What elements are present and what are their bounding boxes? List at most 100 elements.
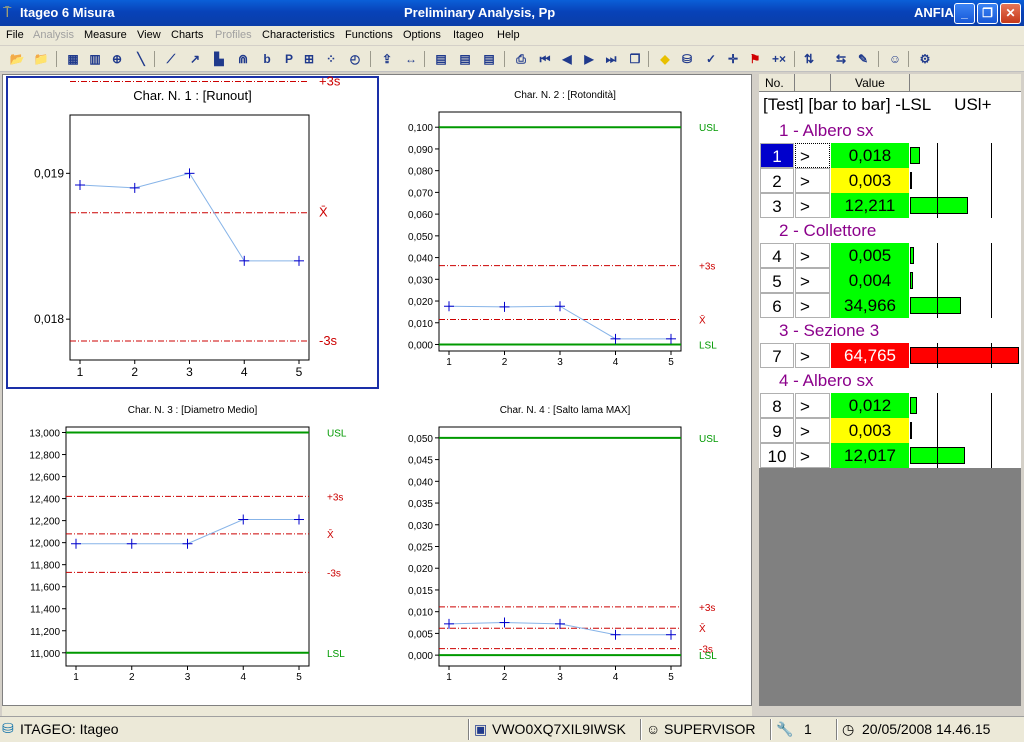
row-number[interactable]: 9 bbox=[760, 418, 794, 443]
sort-icon[interactable]: ⇅ bbox=[800, 50, 818, 68]
menu-options[interactable]: Options bbox=[403, 29, 441, 41]
next-icon[interactable]: ▶ bbox=[580, 50, 598, 68]
chart-edit-icon[interactable]: ✎ bbox=[854, 50, 872, 68]
plus-x-icon[interactable]: +× bbox=[770, 50, 788, 68]
table-row[interactable]: 6 >34,966 bbox=[759, 293, 1021, 318]
table-row[interactable]: 7 >64,765 bbox=[759, 343, 1021, 368]
row-test[interactable]: > bbox=[795, 243, 830, 268]
row-number[interactable]: 2 bbox=[760, 168, 794, 193]
table-row[interactable]: 8 >0,012 bbox=[759, 393, 1021, 418]
notes2-icon[interactable]: ▤ bbox=[456, 50, 474, 68]
header-no[interactable]: No. bbox=[765, 76, 784, 90]
chart-grid-icon[interactable]: ▦ bbox=[64, 50, 82, 68]
chart-panel-salto-lama[interactable]: Char. N. 4 : [Salto lama MAX] 0,000 0,005 0… bbox=[379, 391, 751, 705]
row-test[interactable]: > bbox=[795, 343, 830, 368]
table-row[interactable]: 3 >12,211 bbox=[759, 193, 1021, 218]
database-icon[interactable]: ⛁ bbox=[678, 50, 696, 68]
x-tick-label: 5 bbox=[668, 672, 674, 683]
row-number[interactable]: 5 bbox=[760, 268, 794, 293]
row-number[interactable]: 3 bbox=[760, 193, 794, 218]
print-icon[interactable]: ⎙ bbox=[512, 50, 530, 68]
row-test[interactable]: > bbox=[795, 293, 830, 318]
copy-icon[interactable]: ❐ bbox=[626, 50, 644, 68]
target-icon[interactable]: ⊕ bbox=[108, 50, 126, 68]
table-row[interactable]: 1 >0,018 bbox=[759, 143, 1021, 168]
notes-icon[interactable]: ▤ bbox=[432, 50, 450, 68]
menu-analysis[interactable]: Analysis bbox=[33, 29, 74, 41]
row-test[interactable]: > bbox=[795, 143, 830, 168]
clock-icon[interactable]: ◴ bbox=[346, 50, 364, 68]
menu-itageo[interactable]: Itageo bbox=[453, 29, 484, 41]
table-row[interactable]: 9 >0,003 bbox=[759, 418, 1021, 443]
chart-panel-runout[interactable]: Char. N. 1 : [Runout] 0,018 0,019 +3s X̄ -3s 1… bbox=[6, 76, 379, 390]
group-row[interactable]: 2 - Collettore bbox=[759, 218, 1021, 243]
row-test[interactable]: > bbox=[795, 268, 830, 293]
regression-icon[interactable]: ↗ bbox=[186, 50, 204, 68]
row-number[interactable]: 10 bbox=[760, 443, 794, 468]
table-row[interactable]: 2 >0,003 bbox=[759, 168, 1021, 193]
first-icon[interactable]: ⏮ bbox=[536, 50, 554, 68]
compare-icon[interactable]: ⇆ bbox=[832, 50, 850, 68]
y-tick-label: 0,070 bbox=[408, 188, 433, 199]
open-folder-icon[interactable]: 📂 bbox=[8, 50, 26, 68]
row-test[interactable]: > bbox=[795, 393, 830, 418]
warning-icon[interactable]: ◆ bbox=[656, 50, 674, 68]
group-row[interactable]: 3 - Sezione 3 bbox=[759, 318, 1021, 343]
bars-icon[interactable]: ▥ bbox=[86, 50, 104, 68]
scatter-icon[interactable]: ⁘ bbox=[322, 50, 340, 68]
folder-icon[interactable]: 📁 bbox=[32, 50, 50, 68]
row-number[interactable]: 6 bbox=[760, 293, 794, 318]
chart-panel-rotondita[interactable]: Char. N. 2 : [Rotondità] 0,000 0,010 0,020 0… bbox=[379, 76, 751, 390]
y-tick-label: 0,000 bbox=[408, 340, 433, 351]
status-database: ITAGEO: Itageo bbox=[20, 721, 119, 737]
row-test[interactable]: > bbox=[795, 193, 830, 218]
width-icon[interactable]: ↔ bbox=[402, 50, 420, 68]
horizontal-scrollbar[interactable] bbox=[2, 706, 752, 716]
menu-characteristics[interactable]: Characteristics bbox=[262, 29, 335, 41]
line-chart-icon[interactable]: ⟋ bbox=[162, 50, 180, 68]
flag-icon[interactable]: ⚑ bbox=[746, 50, 764, 68]
prev-icon[interactable]: ◀ bbox=[558, 50, 576, 68]
notes3-icon[interactable]: ▤ bbox=[480, 50, 498, 68]
export-icon[interactable]: ⇪ bbox=[378, 50, 396, 68]
xy-icon[interactable]: ⊞ bbox=[300, 50, 318, 68]
minimize-button[interactable]: _ bbox=[954, 3, 975, 24]
settings-icon[interactable]: ⚙ bbox=[916, 50, 934, 68]
user-icon[interactable]: ☺ bbox=[886, 50, 904, 68]
crosshair-icon[interactable]: ✛ bbox=[724, 50, 742, 68]
row-number[interactable]: 1 bbox=[760, 143, 794, 168]
menu-measure[interactable]: Measure bbox=[84, 29, 127, 41]
row-test[interactable]: > bbox=[795, 168, 830, 193]
header-value[interactable]: Value bbox=[855, 76, 885, 90]
b-text-icon[interactable]: b bbox=[258, 50, 276, 68]
pen-icon[interactable]: ╲ bbox=[132, 50, 150, 68]
table-row[interactable]: 10 >12,017 bbox=[759, 443, 1021, 468]
last-icon[interactable]: ⏭ bbox=[602, 50, 620, 68]
menu-file[interactable]: File bbox=[6, 29, 24, 41]
table-row[interactable]: 4 >0,005 bbox=[759, 243, 1021, 268]
row-number[interactable]: 4 bbox=[760, 243, 794, 268]
chart-panel-diametro[interactable]: Char. N. 3 : [Diametro Medio] 11,000 11,20… bbox=[6, 391, 379, 705]
check-icon[interactable]: ✓ bbox=[702, 50, 720, 68]
row-test[interactable]: > bbox=[795, 443, 830, 468]
row-test[interactable]: > bbox=[795, 418, 830, 443]
menu-functions[interactable]: Functions bbox=[345, 29, 393, 41]
menu-profiles[interactable]: Profiles bbox=[215, 29, 252, 41]
row-number[interactable]: 8 bbox=[760, 393, 794, 418]
row-number[interactable]: 7 bbox=[760, 343, 794, 368]
menu-help[interactable]: Help bbox=[497, 29, 520, 41]
histogram-icon[interactable]: ▙ bbox=[210, 50, 228, 68]
menu-charts[interactable]: Charts bbox=[171, 29, 203, 41]
group-row[interactable]: 1 - Albero sx bbox=[759, 118, 1021, 143]
close-button[interactable]: ✕ bbox=[1000, 3, 1021, 24]
menu-view[interactable]: View bbox=[137, 29, 161, 41]
table-row[interactable]: 5 >0,004 bbox=[759, 268, 1021, 293]
p-text-icon[interactable]: P bbox=[280, 50, 298, 68]
y-tick-label: 11,800 bbox=[30, 561, 60, 572]
restore-button[interactable]: ❐ bbox=[977, 3, 998, 24]
distribution-icon[interactable]: ⋒ bbox=[234, 50, 252, 68]
chart-title: Char. N. 4 : [Salto lama MAX] bbox=[500, 405, 631, 416]
group-row[interactable]: 4 - Albero sx bbox=[759, 368, 1021, 393]
status-count: 1 bbox=[804, 721, 812, 737]
plot-frame bbox=[438, 426, 682, 667]
